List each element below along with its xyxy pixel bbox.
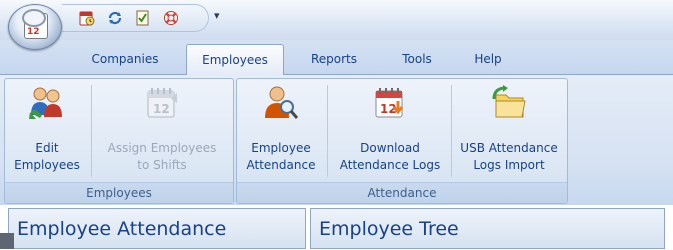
group-separator: [91, 85, 92, 177]
employee-attendance-panel-title: Employee Attendance: [8, 208, 306, 249]
employee-attendance-label: Employee Attendance: [246, 141, 316, 172]
assign-employees-label: Assign Employees to Shifts: [107, 141, 217, 172]
employee-search-icon: [262, 85, 300, 121]
tab-employees[interactable]: Employees: [186, 44, 284, 75]
usb-import-folder-icon: [490, 85, 528, 121]
quick-access-toolbar: [62, 4, 209, 32]
download-attendance-logs-button[interactable]: 12 Download Attendance Logs: [331, 83, 449, 179]
lifebuoy-icon[interactable]: [162, 9, 180, 27]
tab-help[interactable]: Help: [462, 47, 514, 73]
window-edge-shadow: [0, 233, 14, 249]
edit-employees-button[interactable]: Edit Employees: [5, 83, 89, 179]
tab-companies[interactable]: Companies: [80, 47, 170, 73]
svg-text:12: 12: [153, 102, 170, 116]
download-logs-calendar-icon: 12: [371, 85, 409, 121]
refresh-icon[interactable]: [106, 9, 124, 27]
group-label-attendance: Attendance: [237, 182, 567, 203]
usb-attendance-logs-import-label: USB Attendance Logs Import: [460, 141, 558, 172]
employee-attendance-button[interactable]: Employee Attendance: [239, 83, 323, 179]
time-clock-app-icon: 12: [22, 9, 48, 39]
ribbon-group-attendance: Employee Attendance 12 Download Attendan…: [236, 78, 568, 204]
ribbon-tab-bar: Companies Employees Reports Tools Help: [0, 40, 673, 75]
edit-employees-icon: [28, 85, 66, 121]
checklist-icon[interactable]: [134, 9, 152, 27]
assign-shifts-calendar-icon: 12: [143, 85, 181, 121]
assign-employees-to-shifts-button[interactable]: 12 Assign Employees to Shifts: [95, 83, 229, 179]
ribbon-panel: Edit Employees 12 Assign Employees to Sh…: [0, 75, 673, 205]
edit-employees-label: Edit Employees: [14, 141, 80, 172]
employee-tree-panel-title: Employee Tree: [310, 208, 665, 249]
tab-reports[interactable]: Reports: [298, 47, 370, 73]
group-separator: [451, 85, 452, 177]
title-bar: ▾: [0, 0, 673, 40]
group-label-employees: Employees: [5, 182, 233, 203]
ribbon-group-employees: Edit Employees 12 Assign Employees to Sh…: [4, 78, 234, 204]
group-separator: [327, 85, 328, 177]
calendar-clock-icon[interactable]: [78, 9, 96, 27]
tab-tools[interactable]: Tools: [386, 47, 448, 73]
application-menu-button[interactable]: 12: [8, 4, 62, 50]
customize-quick-access-icon[interactable]: ▾: [214, 9, 220, 22]
download-attendance-logs-label: Download Attendance Logs: [339, 141, 441, 172]
usb-attendance-logs-import-button[interactable]: USB Attendance Logs Import: [453, 83, 565, 179]
